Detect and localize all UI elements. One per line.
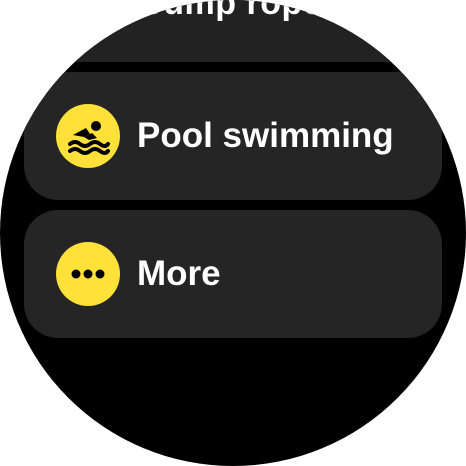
list-item-more[interactable]: More — [24, 210, 442, 338]
more-dots-icon — [56, 242, 120, 306]
swimming-icon — [56, 104, 120, 168]
list-item-pool-swimming[interactable]: Pool swimming — [24, 72, 442, 200]
pool-swimming-label: Pool swimming — [137, 116, 394, 155]
more-label: More — [137, 254, 221, 293]
list-item-partial-label: Jump rope — [143, 0, 323, 22]
watch-screen: Jump rope Pool swimming More — [0, 0, 466, 466]
